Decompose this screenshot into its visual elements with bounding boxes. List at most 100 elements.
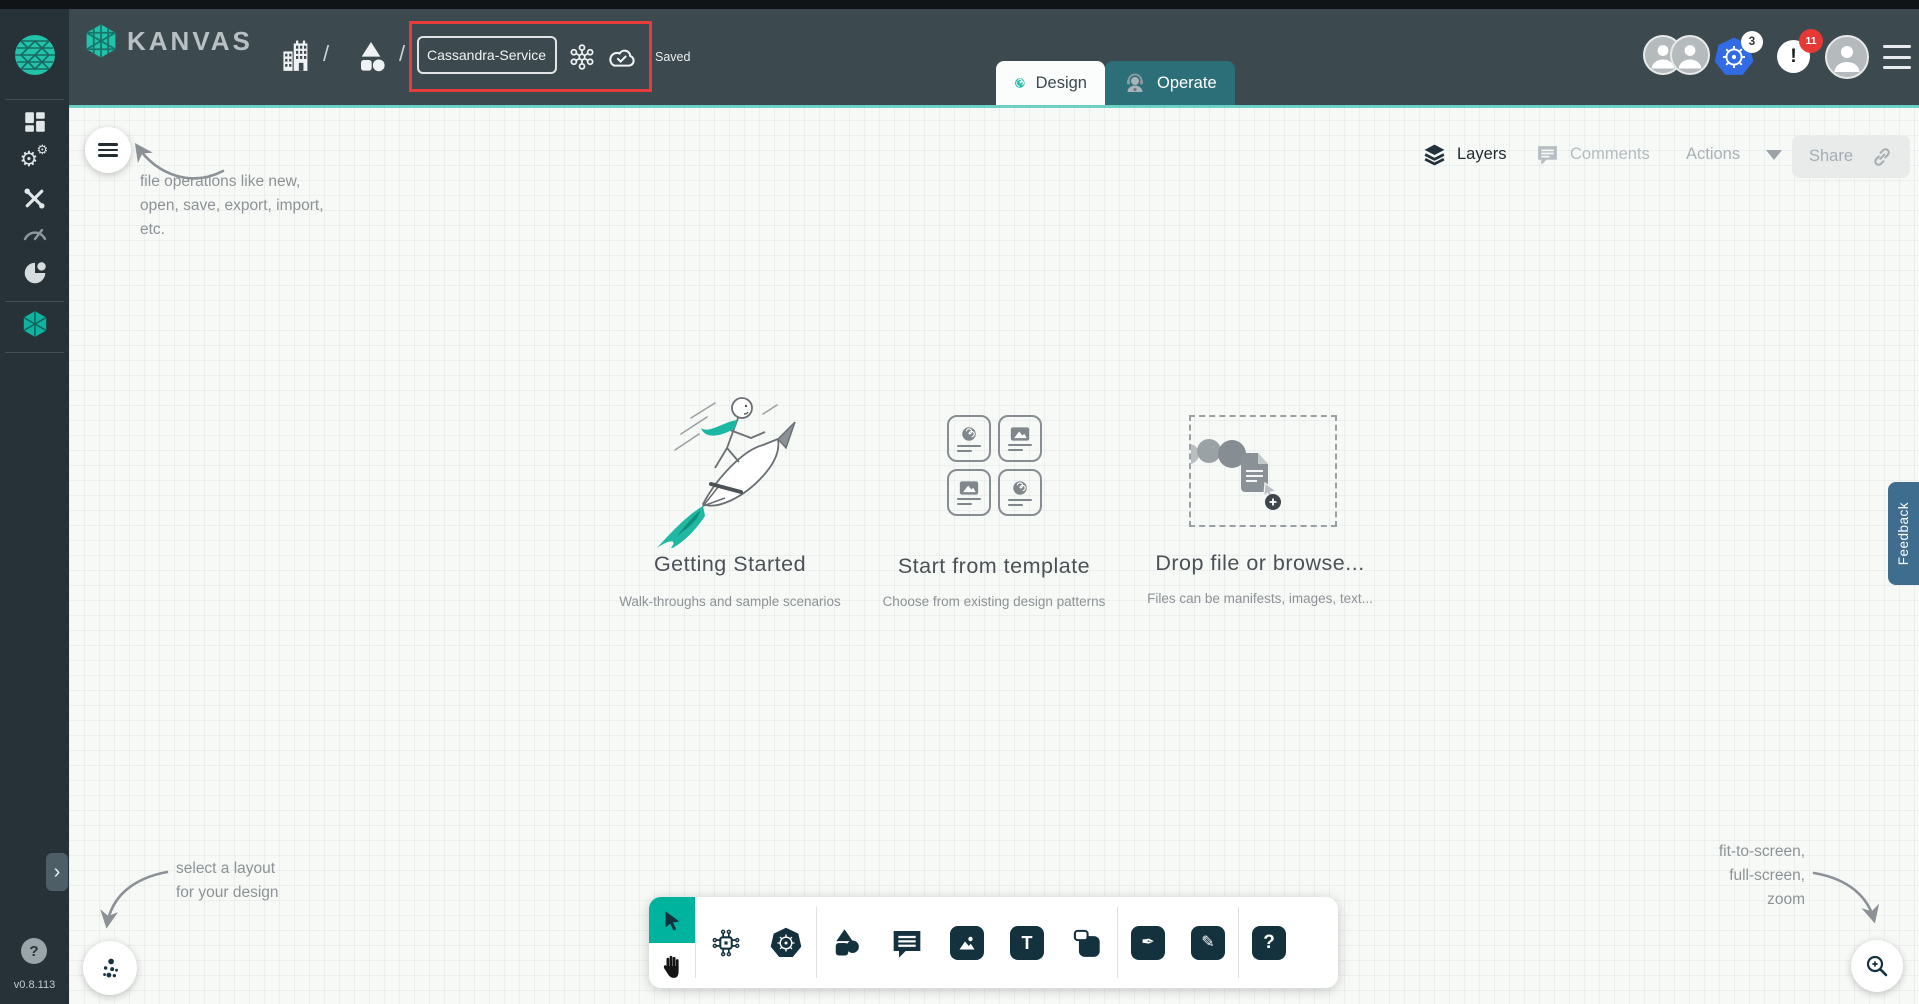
component-tool[interactable] [709,926,743,960]
tab-design[interactable]: Design [996,61,1105,105]
operator-headset-icon [1127,73,1143,92]
layout-cluster-icon [103,958,118,978]
template-thumb [998,469,1042,516]
drop-file-zone[interactable] [1179,415,1337,527]
canvas-toolbar: T ✒ ✎ ? [649,897,1338,988]
template-thumb [947,469,991,516]
toolbar-help-button[interactable]: ? [1252,925,1286,960]
sidebar-item-lifecycle[interactable]: ⚙ ⚙ [0,142,69,172]
text-tool[interactable]: T [1010,925,1044,960]
help-button[interactable]: ? [21,938,47,964]
version-label: v0.8.113 [13,979,56,991]
hamburger-icon [1883,45,1911,48]
layers-button[interactable]: Layers [1422,142,1507,167]
kanvas-wordmark: KANVAS [127,25,253,56]
avatar [1670,35,1710,75]
header-menu-button[interactable] [1883,45,1911,69]
sidebar-expand-chevron[interactable]: › [46,853,68,891]
question-icon: ? [1263,932,1275,953]
kubernetes-icon [770,927,802,957]
drop-file-subtitle: Files can be manifests, images, text... [1147,591,1373,606]
sidebar-item-configuration[interactable] [0,186,69,211]
actions-label: Actions [1686,145,1741,163]
design-spiral-icon [1014,78,1025,88]
meshery-logo-ball[interactable] [0,33,69,77]
rocket-doodle-illustration [657,397,796,550]
kanvas-hexagon-icon [22,311,47,337]
cloud-sync-button[interactable] [605,43,637,71]
top-header: KANVAS / / Cassandra-Service Saved Desig… [69,9,1919,105]
doodle-tool-glyph: ✎ [1201,933,1215,951]
tab-operate-label: Operate [1157,73,1217,92]
getting-started-card[interactable] [645,388,815,550]
breadcrumb-organization[interactable] [281,40,311,72]
canvas-accent-line [69,105,1919,108]
pen-tool[interactable]: ✒ [1131,925,1165,960]
dashboard-icon [24,112,45,132]
layers-label: Layers [1457,145,1507,163]
note-tool[interactable] [1070,926,1104,960]
exclamation-icon: ! [1790,45,1797,67]
file-operations-menu-fab[interactable] [85,127,131,173]
chevron-right-icon: › [53,860,61,883]
user-avatar-menu[interactable] [1825,35,1869,79]
actions-dropdown[interactable]: Actions [1686,145,1783,164]
layout-select-fab[interactable] [83,941,137,995]
cloud-check-icon [609,49,635,67]
sidebar-divider [5,99,64,100]
gears-icon: ⚙ ⚙ [19,142,49,171]
magnifier-plus-icon [1866,955,1888,977]
share-button[interactable]: Share [1792,135,1910,178]
extensions-pie-icon [24,262,46,284]
image-tool[interactable] [950,925,984,960]
kanvas-app: ⚙ ⚙ › ? v0.8.113 KANVAS / / Cassandra-Se… [0,0,1919,1004]
comment-tool[interactable] [890,926,924,960]
hand-icon [663,955,679,978]
pattern-spiral-icon [962,427,976,441]
sidebar-item-dashboard[interactable] [0,109,69,135]
shapes-icon [835,928,859,955]
shapes-tool[interactable] [830,926,864,960]
sidebar-divider [5,352,64,353]
select-tool[interactable] [649,897,695,943]
zoom-fab[interactable] [1851,940,1903,992]
design-name-input[interactable] [417,36,557,74]
breadcrumb-separator: / [323,41,330,66]
cursor-arrow-icon [665,910,680,931]
shapes-icon [361,42,385,72]
template-thumb [947,415,991,462]
image-icon [1010,427,1030,441]
link-icon [1874,147,1890,166]
collaborator-avatars[interactable] [1643,35,1711,75]
building-icon [283,40,308,71]
hamburger-icon [98,143,118,157]
start-from-template-card[interactable] [947,415,1042,522]
doodle-tool[interactable]: ✎ [1191,925,1225,960]
image-icon [959,481,979,495]
sidebar-item-kanvas-active[interactable] [0,310,69,338]
annotation-layout: select a layout for your design [176,860,279,901]
image-icon [955,931,979,954]
tab-design-label: Design [1035,73,1087,92]
nodes-flower-icon [570,44,594,70]
comment-icon [893,930,921,958]
annotation-zoom: fit-to-screen, full-screen, zoom [1718,843,1805,908]
sidebar-item-extensions[interactable] [0,259,69,287]
annotation-file-operations: file operations like new, open, save, ex… [140,173,324,238]
chevron-down-icon [1766,149,1783,160]
drop-file-illustration [1179,439,1281,510]
faceted-ball-icon [14,35,55,75]
comments-button[interactable]: Comments [1535,142,1650,167]
pan-tool[interactable] [649,943,695,988]
sidebar-divider [5,301,64,302]
breadcrumb-designs[interactable] [355,40,387,72]
design-nodes-button[interactable] [567,42,597,72]
tab-operate[interactable]: Operate [1105,61,1235,105]
feedback-tab[interactable]: Feedback [1888,482,1919,585]
circuit-chip-icon [712,929,740,956]
gauge-icon [23,228,46,241]
kanvas-logo[interactable]: KANVAS [83,23,253,59]
sidebar-item-performance[interactable] [0,221,69,243]
comments-icon [1538,146,1557,165]
kubernetes-tool[interactable] [769,926,803,960]
